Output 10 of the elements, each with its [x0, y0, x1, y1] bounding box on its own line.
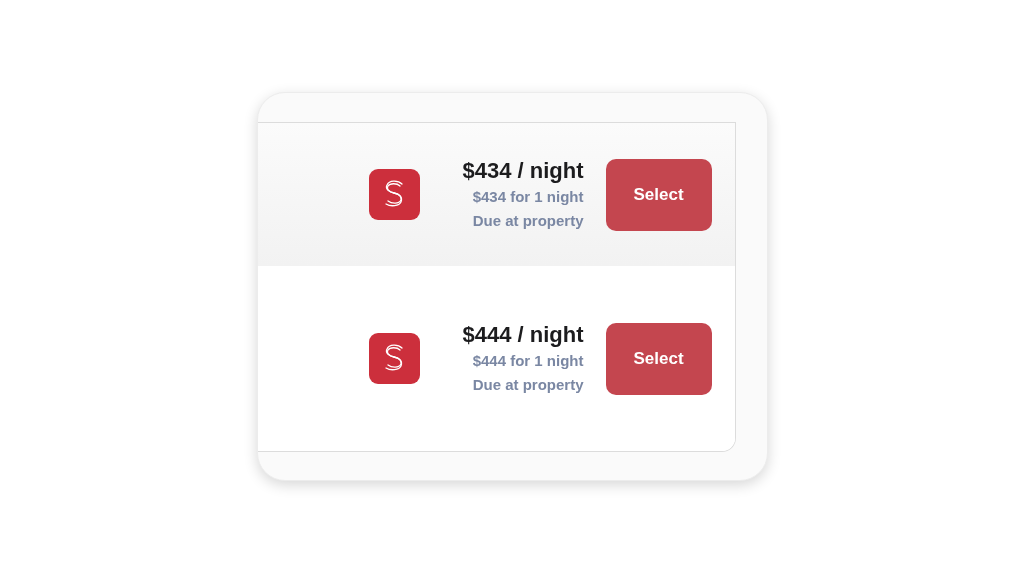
- total-price: $434 for 1 night: [472, 186, 584, 207]
- logo-icon: [369, 169, 421, 220]
- nightly-price: $434 / night: [462, 156, 584, 185]
- nightly-price: $444 / night: [462, 320, 584, 349]
- total-price: $444 for 1 night: [472, 350, 584, 371]
- logo-icon: [369, 333, 421, 384]
- select-button[interactable]: Select: [605, 158, 712, 231]
- payment-note: Due at property: [472, 374, 584, 395]
- select-button[interactable]: Select: [605, 322, 712, 395]
- payment-note: Due at property: [472, 210, 584, 231]
